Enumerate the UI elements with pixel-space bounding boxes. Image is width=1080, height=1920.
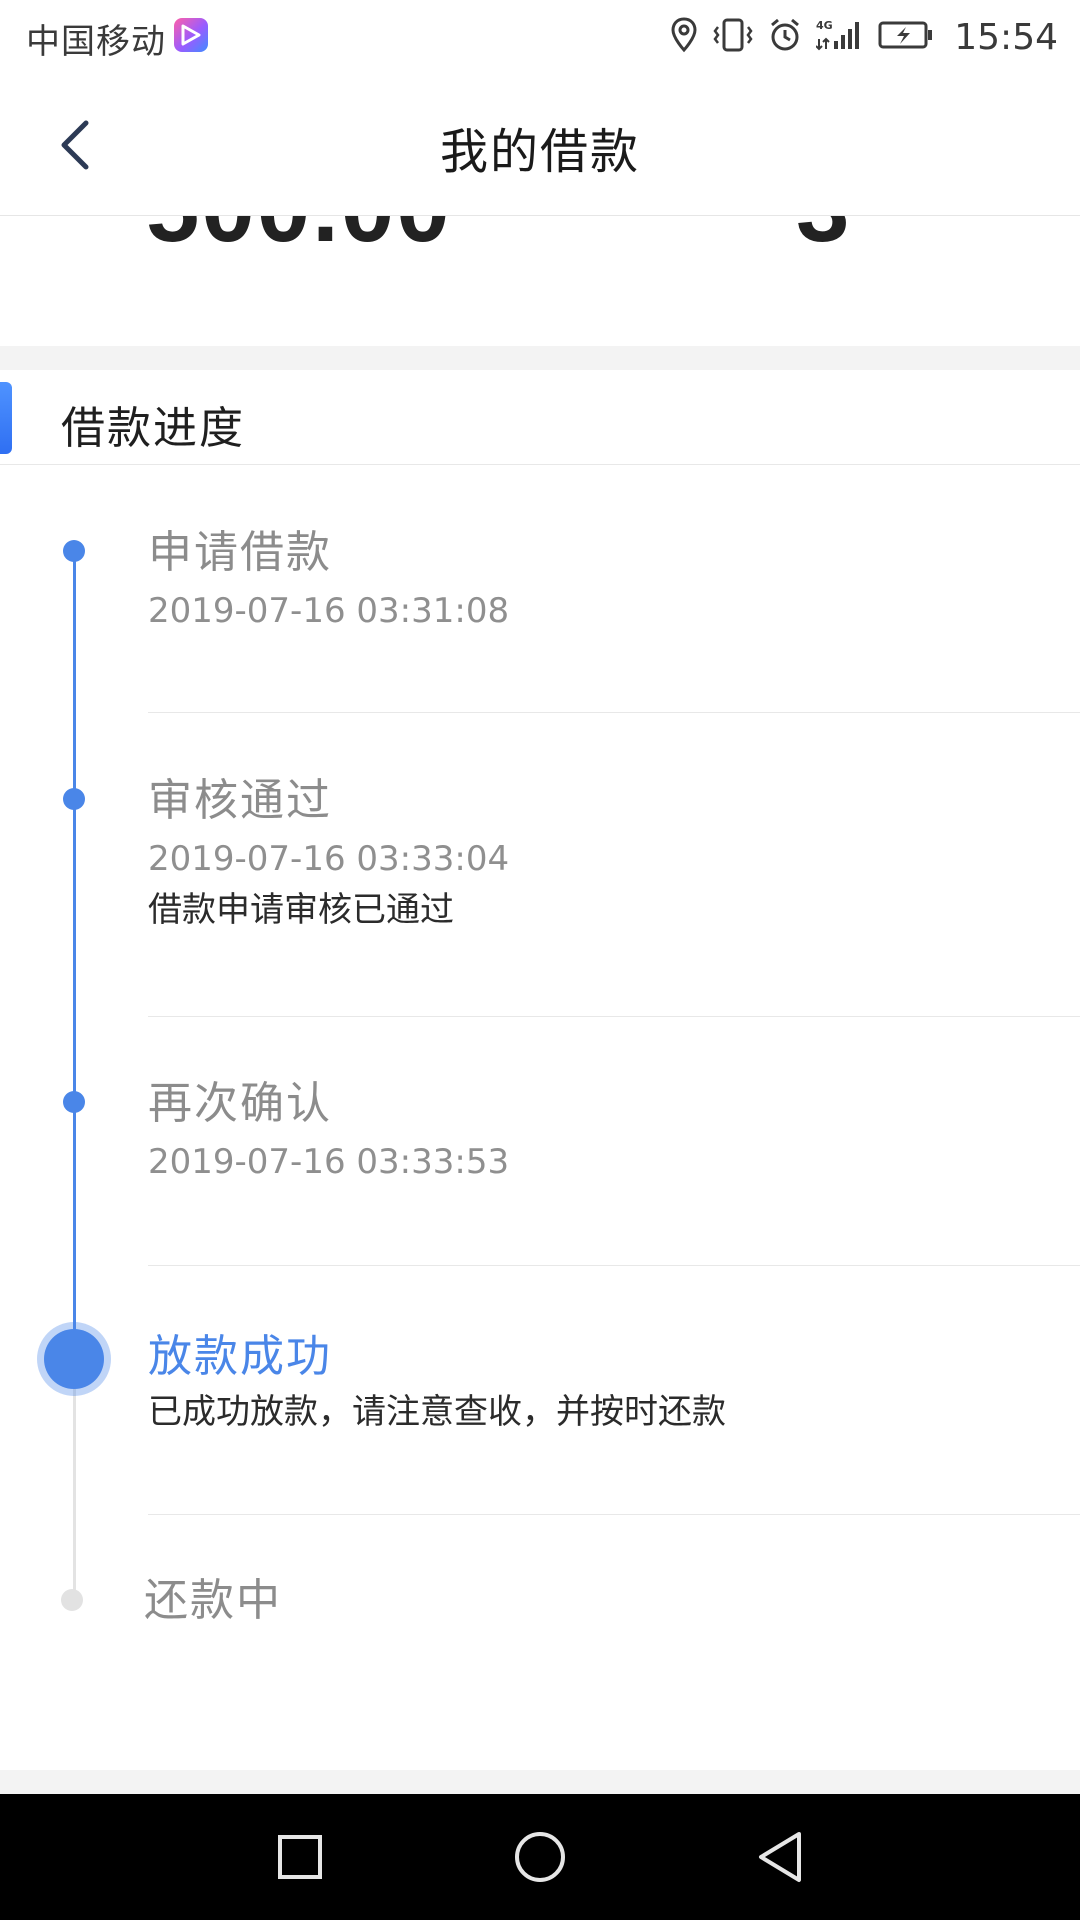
step-divider	[148, 1514, 1080, 1515]
timeline-step-pending: 还款中	[144, 1573, 1080, 1629]
loan-term: 3	[796, 216, 849, 264]
vibrate-icon	[712, 17, 754, 57]
carrier-name: 中国移动	[26, 22, 166, 62]
section-title: 借款进度	[61, 403, 245, 454]
step-time: 2019-07-16 03:31:08	[148, 591, 510, 631]
step-title: 放款成功	[148, 1331, 332, 1382]
section-gap	[0, 346, 1080, 370]
signal-icon: 4G	[815, 17, 864, 57]
system-back-button[interactable]	[747, 1824, 813, 1890]
step-title: 再次确认	[148, 1078, 332, 1129]
home-button[interactable]	[507, 1824, 573, 1890]
bottom-gap	[0, 1770, 1080, 1794]
timeline-step-current: 放款成功 已成功放款，请注意查收，并按时还款	[148, 1329, 1080, 1437]
square-icon	[278, 1835, 322, 1879]
timeline-dot-current	[44, 1329, 104, 1389]
page-title: 我的借款	[439, 124, 640, 180]
location-pin-icon	[670, 17, 698, 57]
loan-progress-timeline: 申请借款 2019-07-16 03:31:08 审核通过 2019-07-16…	[0, 465, 1080, 1770]
step-description: 借款申请审核已通过	[148, 890, 454, 930]
step-time: 2019-07-16 03:33:04	[148, 839, 510, 879]
triangle-back-icon	[759, 1832, 801, 1882]
timeline-line-pending	[73, 1365, 76, 1610]
video-app-icon	[174, 18, 208, 52]
step-title: 还款中	[144, 1575, 282, 1626]
status-bar: 中国移动 4G 15:54	[0, 0, 1080, 74]
loan-summary: 500.00 3	[0, 216, 1080, 346]
step-description: 已成功放款，请注意查收，并按时还款	[148, 1392, 726, 1432]
timeline-dot-pending	[61, 1589, 83, 1611]
timeline-dot-done	[63, 1091, 85, 1113]
timeline-line-completed	[73, 551, 76, 1445]
loan-amount: 500.00	[146, 216, 452, 264]
timeline-dot-done	[63, 540, 85, 562]
timeline-step: 审核通过 2019-07-16 03:33:04 借款申请审核已通过	[148, 773, 1080, 935]
navigation-bar: 我的借款	[0, 74, 1080, 216]
circle-icon	[515, 1832, 565, 1882]
status-icons: 4G 15:54	[670, 12, 1058, 62]
step-divider	[148, 712, 1080, 713]
step-time: 2019-07-16 03:33:53	[148, 1142, 510, 1182]
alarm-clock-icon	[768, 17, 802, 57]
timeline-dot-done	[63, 788, 85, 810]
timeline-step: 申请借款 2019-07-16 03:31:08	[148, 525, 1080, 635]
step-title: 审核通过	[148, 775, 332, 826]
status-clock: 15:54	[954, 16, 1058, 58]
section-header: 借款进度	[0, 370, 1080, 465]
section-accent-bar	[0, 382, 12, 454]
system-navigation-bar	[0, 1794, 1080, 1920]
network-type-label: 4G	[816, 19, 833, 32]
step-divider	[148, 1016, 1080, 1017]
timeline-step: 再次确认 2019-07-16 03:33:53	[148, 1076, 1080, 1186]
battery-charging-icon	[878, 20, 934, 54]
step-title: 申请借款	[148, 527, 332, 578]
recents-button[interactable]	[267, 1824, 333, 1890]
step-divider	[148, 1265, 1080, 1266]
